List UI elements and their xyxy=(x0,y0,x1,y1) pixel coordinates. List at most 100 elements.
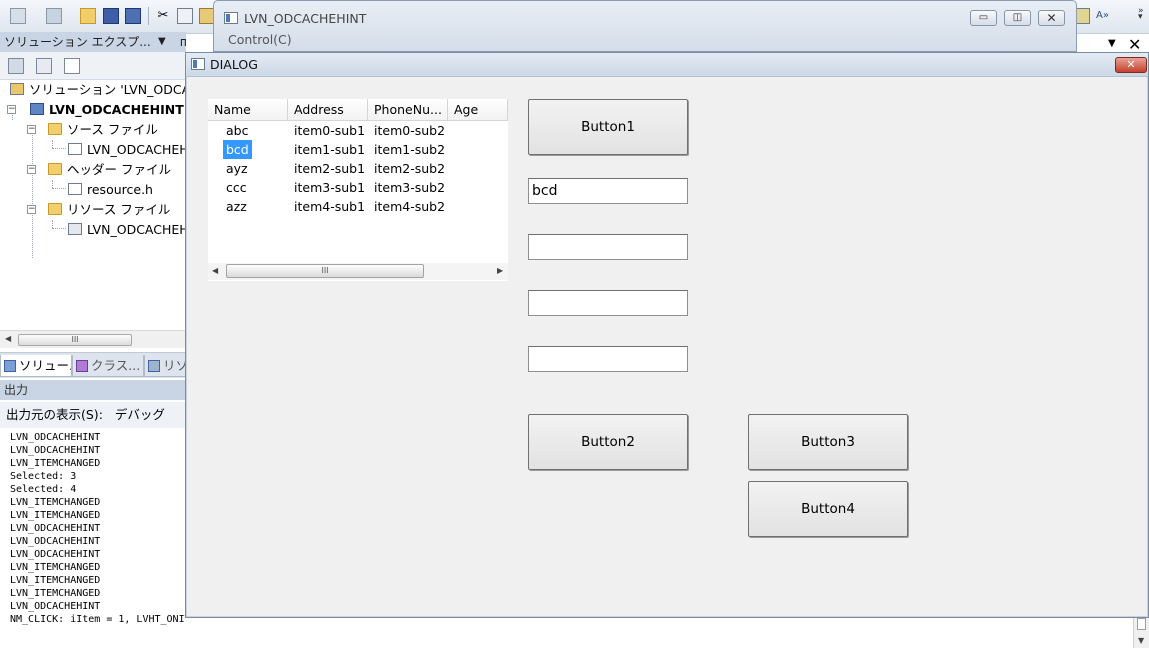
column-header-phone[interactable]: PhoneNu... xyxy=(368,99,448,121)
save-all-icon[interactable] xyxy=(125,8,141,24)
collapse-icon[interactable]: − xyxy=(27,125,36,134)
pin-icon[interactable]: ᴨ xyxy=(180,32,186,52)
cpp-file-icon xyxy=(68,143,82,155)
scrollbar-thumb[interactable]: III xyxy=(226,264,424,278)
folder-icon xyxy=(48,203,62,215)
list-item-subitem: item4-sub2 xyxy=(374,199,446,214)
output-source-label: 出力元の表示(S): xyxy=(6,407,103,422)
resource-file-icon xyxy=(68,223,82,235)
list-item-subitem: item0-sub2 xyxy=(374,123,446,138)
output-line: LVN_ODCACHEHINT xyxy=(10,445,101,456)
tree-item-resource-h[interactable]: resource.h xyxy=(68,180,153,200)
scrollbar-thumb[interactable] xyxy=(1137,618,1146,630)
open-file-icon[interactable] xyxy=(80,8,96,24)
tree-item-source-files[interactable]: ソース ファイル xyxy=(48,120,158,140)
scroll-left-icon[interactable]: ◀ xyxy=(5,334,11,343)
dialog-close-button[interactable]: ✕ xyxy=(1115,57,1147,73)
list-item-name[interactable]: bcd xyxy=(223,140,252,159)
save-icon[interactable] xyxy=(103,8,119,24)
output-line: LVN_ITEMCHANGED xyxy=(10,510,101,521)
tree-item-resource-files[interactable]: リソース ファイル xyxy=(48,200,170,220)
list-item-subitem: item3-sub1 xyxy=(294,180,366,195)
tab-solution[interactable]: ソリュー... xyxy=(0,355,72,377)
copy-icon[interactable] xyxy=(177,8,193,24)
output-line: Selected: 4 xyxy=(10,484,77,495)
column-header-age[interactable]: Age xyxy=(448,99,508,121)
list-item-subitem: item4-sub1 xyxy=(294,199,366,214)
output-vertical-scrollbar[interactable]: ▼ xyxy=(1133,615,1149,648)
column-header-name[interactable]: Name xyxy=(208,99,288,121)
list-item-subitem: item1-sub2 xyxy=(374,142,446,157)
column-header-address[interactable]: Address xyxy=(288,99,368,121)
scrollbar-thumb[interactable]: III xyxy=(18,334,132,346)
output-line: LVN_ITEMCHANGED xyxy=(10,575,101,586)
tab-resource[interactable]: リソ... xyxy=(144,355,186,377)
tab-label: ソリュー... xyxy=(19,358,72,373)
menu-control[interactable]: Control(C) xyxy=(228,32,292,47)
font-tool-icon[interactable]: A» xyxy=(1096,8,1112,24)
folder-icon xyxy=(48,163,62,175)
solution-horizontal-scrollbar[interactable]: ◀ III xyxy=(0,330,186,348)
list-item-name[interactable]: ccc xyxy=(226,178,247,197)
cut-icon[interactable]: ✂ xyxy=(155,8,171,24)
window-icon xyxy=(191,58,205,70)
output-line: LVN_ODCACHEHINT xyxy=(10,523,101,534)
list-horizontal-scrollbar[interactable]: ◀ III ▶ xyxy=(208,263,508,280)
collapse-icon[interactable]: − xyxy=(27,205,36,214)
button1[interactable]: Button1 xyxy=(528,99,688,155)
collapse-icon[interactable]: − xyxy=(7,105,16,114)
solution-tree: ソリューション 'LVN_ODCACHEHINT' − LVN_ODCACHEH… xyxy=(0,80,249,330)
minimize-button[interactable]: ▭ xyxy=(970,10,997,26)
list-item-name[interactable]: azz xyxy=(226,197,247,216)
output-header: 出力 xyxy=(0,380,186,400)
list-item-subitem: item3-sub2 xyxy=(374,180,446,195)
list-view[interactable]: Name Address PhoneNu... Age abc item0-sub… xyxy=(208,99,508,281)
output-line: LVN_ITEMCHANGED xyxy=(10,562,101,573)
show-all-files-icon[interactable] xyxy=(36,58,52,74)
list-item-subitem: item2-sub1 xyxy=(294,161,366,176)
parent-window[interactable]: LVN_ODCACHEHINT Control(C) ▭ ◫ ✕ xyxy=(213,0,1077,52)
dropdown-arrow-icon[interactable]: ▼ xyxy=(1108,38,1116,49)
output-log[interactable]: LVN_ODCACHEHINT LVN_ODCACHEHINT LVN_ITEMCH… xyxy=(0,430,186,648)
solution-tab-icon xyxy=(4,360,16,372)
tree-item-project[interactable]: LVN_ODCACHEHINT xyxy=(30,100,184,120)
scroll-right-icon[interactable]: ▶ xyxy=(497,266,503,275)
toolbar-overflow-icon[interactable]: » ▾ xyxy=(1138,7,1148,24)
dropdown-arrow-icon[interactable]: ▼ xyxy=(158,32,166,52)
scroll-down-icon[interactable]: ▼ xyxy=(1138,636,1144,645)
button4[interactable]: Button4 xyxy=(748,481,908,537)
tree-item-label: ソース ファイル xyxy=(67,122,158,137)
view-code-icon[interactable] xyxy=(64,58,80,74)
list-item-name[interactable]: abc xyxy=(226,121,248,140)
edit-field-4[interactable] xyxy=(528,346,688,372)
toolbar-separator xyxy=(148,7,149,25)
tree-item-label: resource.h xyxy=(87,182,153,197)
tab-label: クラス... xyxy=(91,358,141,373)
add-item-icon[interactable] xyxy=(46,8,62,24)
edit-field-1[interactable] xyxy=(528,178,688,204)
output-line: NM_CLICK: iItem = 1, LVHT_ONITEMLABEL xyxy=(10,614,186,625)
tab-label: リソ... xyxy=(163,358,186,373)
output-line: LVN_ODCACHEHINT xyxy=(10,601,101,612)
maximize-button[interactable]: ◫ xyxy=(1004,10,1031,26)
project-icon xyxy=(30,103,44,115)
tree-item-header-files[interactable]: ヘッダー ファイル xyxy=(48,160,171,180)
close-button[interactable]: ✕ xyxy=(1038,10,1065,26)
button2[interactable]: Button2 xyxy=(528,414,688,470)
solution-explorer-toolbar xyxy=(0,52,186,80)
dialog-titlebar[interactable]: DIALOG ✕ xyxy=(186,53,1148,77)
properties-icon[interactable] xyxy=(8,58,24,74)
output-line: LVN_ODCACHEHINT xyxy=(10,432,101,443)
edit-field-2[interactable] xyxy=(528,234,688,260)
scroll-left-icon[interactable]: ◀ xyxy=(212,266,218,275)
list-item-name[interactable]: ayz xyxy=(226,159,248,178)
button3[interactable]: Button3 xyxy=(748,414,908,470)
collapse-icon[interactable]: − xyxy=(27,165,36,174)
output-source-select[interactable]: デバッグ xyxy=(115,407,165,422)
edit-field-3[interactable] xyxy=(528,290,688,316)
tab-class[interactable]: クラス... xyxy=(72,355,144,377)
folder-icon xyxy=(48,123,62,135)
new-project-icon[interactable] xyxy=(10,8,26,24)
class-tab-icon xyxy=(76,360,88,372)
tree-item-label: LVN_ODCACHEHINT xyxy=(49,102,184,117)
